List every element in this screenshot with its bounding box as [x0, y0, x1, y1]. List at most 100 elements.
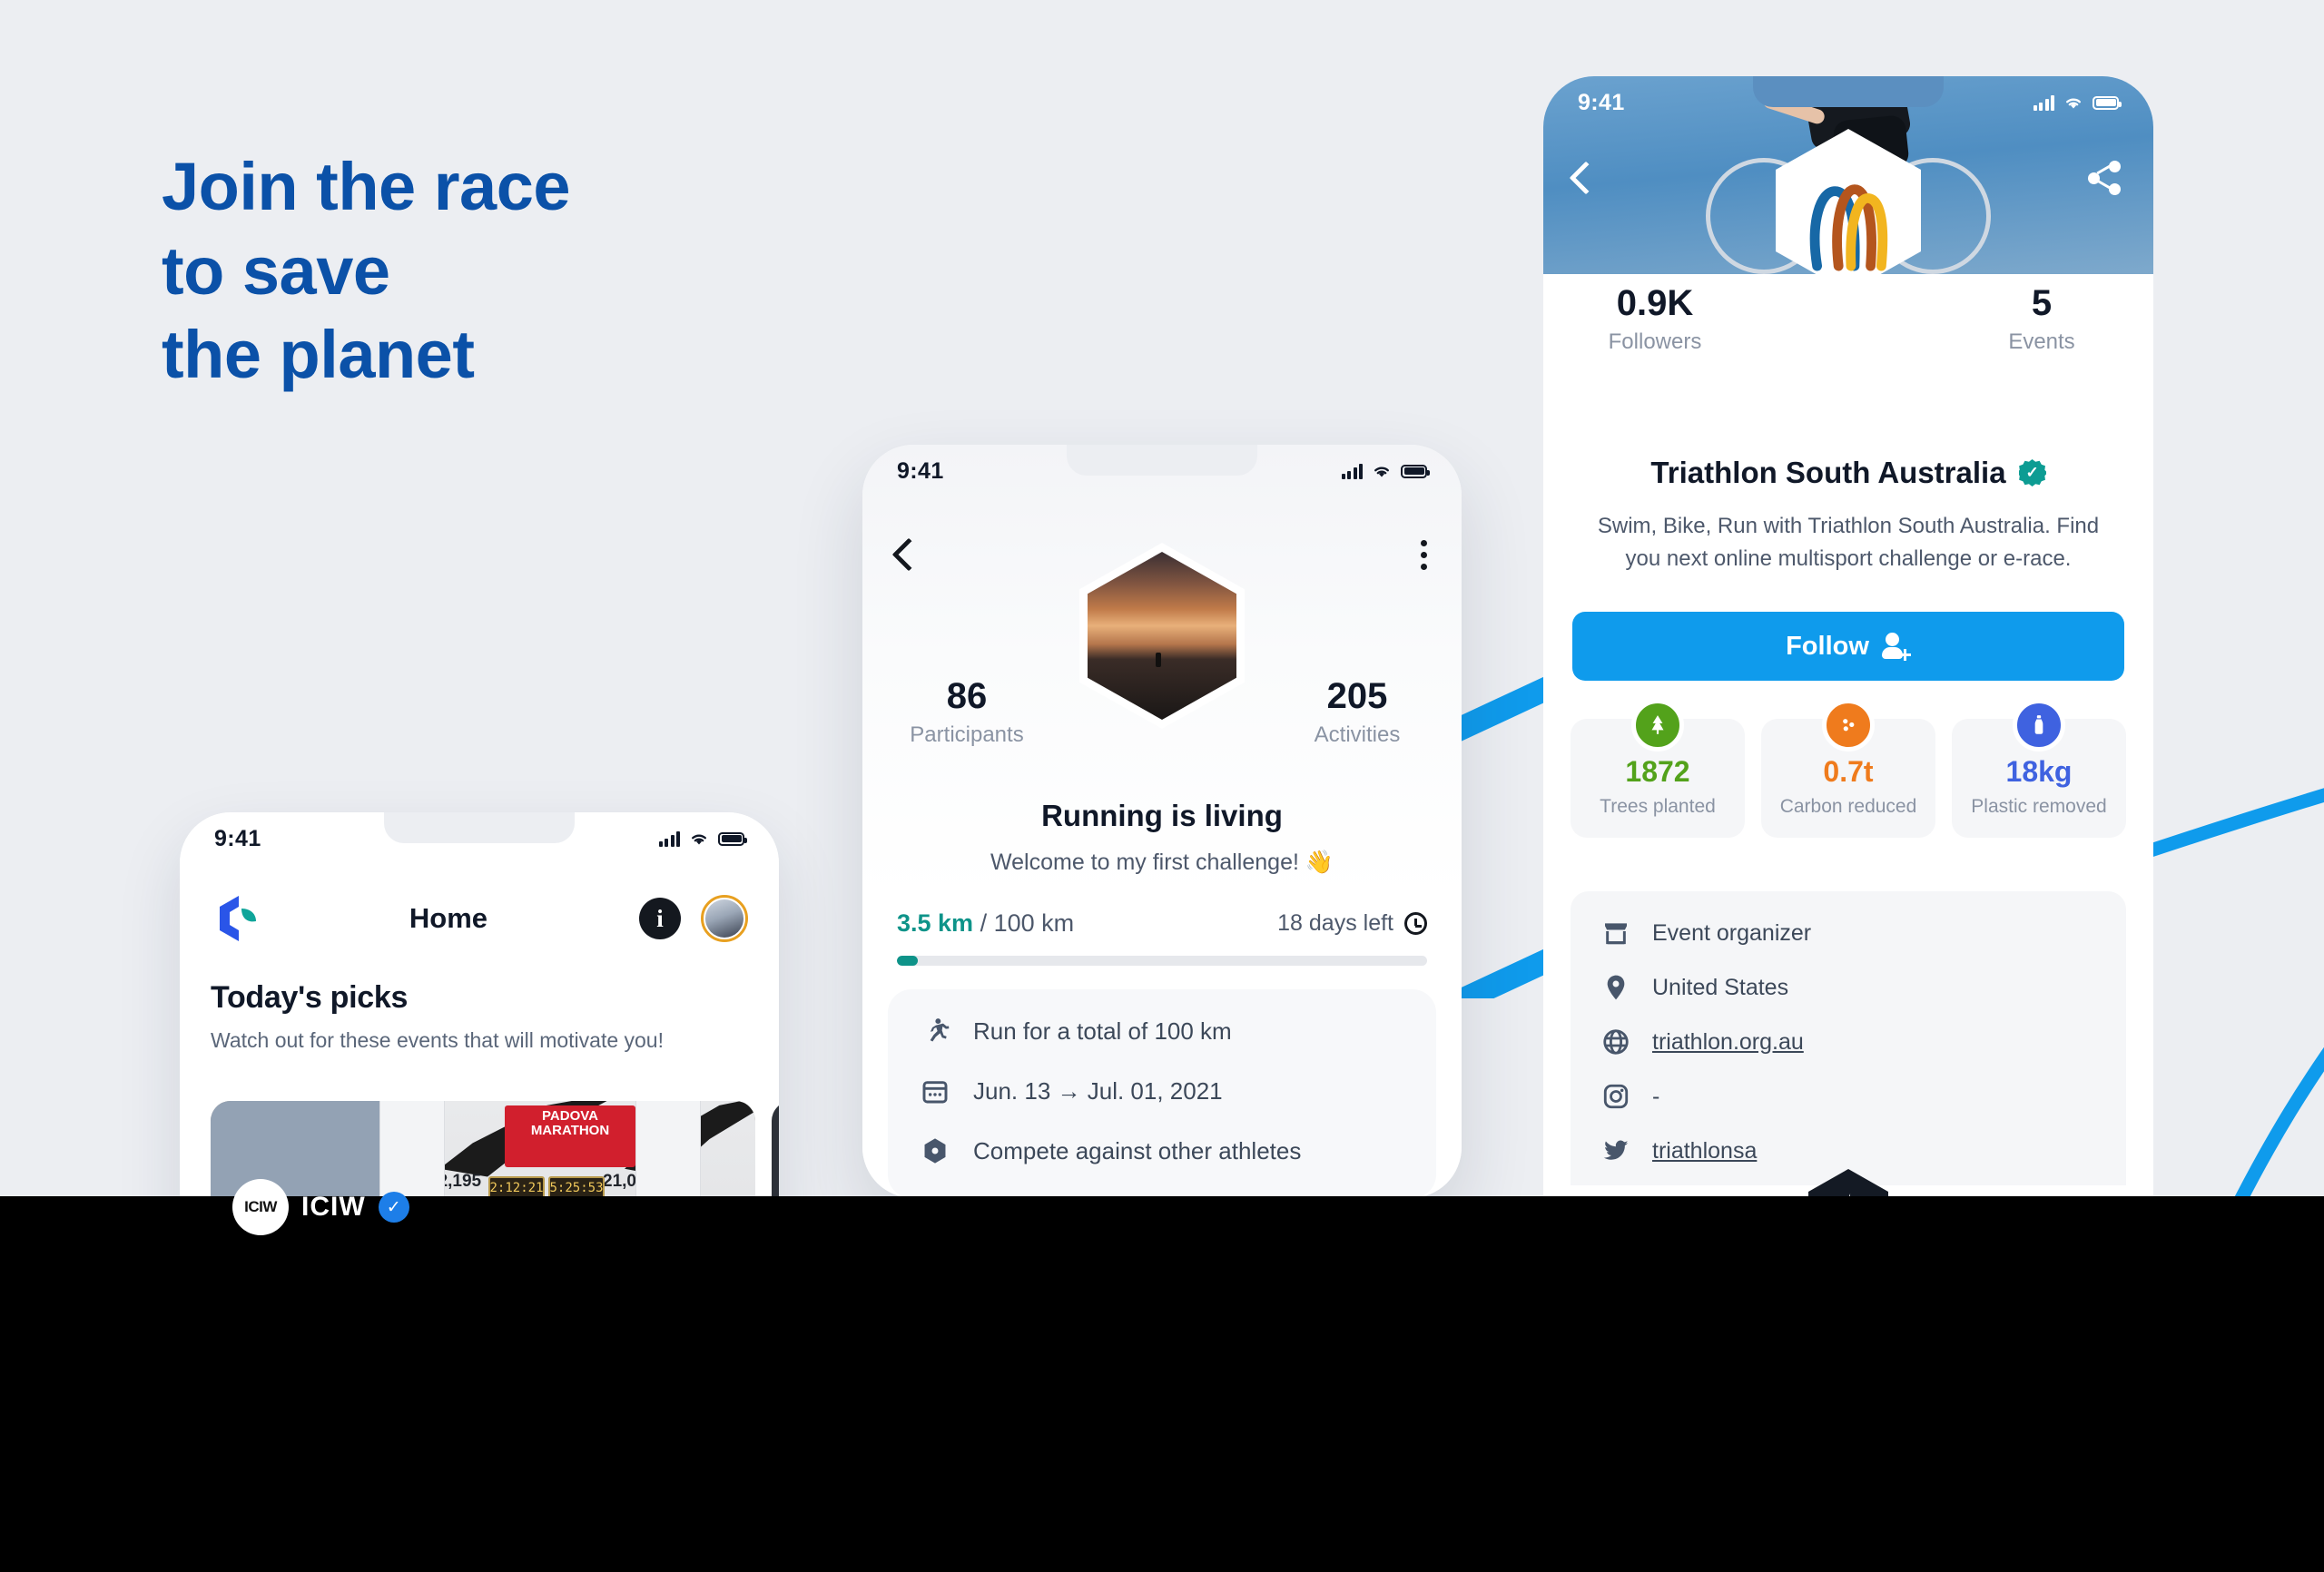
twitter-icon: [1603, 1140, 1629, 1160]
progress-distance: 3.5 km / 100 km: [897, 909, 1074, 938]
verified-badge-icon: ✓: [2018, 459, 2046, 486]
website-link[interactable]: triathlon.org.au: [1652, 1029, 1804, 1056]
todays-picks-section: Today's picks Watch out for these events…: [211, 980, 748, 1053]
stat-participants: 86 Participants: [862, 676, 1071, 748]
triathlon-sa-logo-icon: [1809, 184, 1888, 271]
eco-value: 0.7t: [1823, 755, 1874, 788]
eco-label: Plastic removed: [1971, 796, 2107, 817]
event-brand-badge: ICIW ICIW ✓: [232, 1179, 409, 1235]
detail-text: Compete against other athletes: [973, 1136, 1302, 1164]
eco-card-carbon: 0.7t Carbon reduced: [1761, 699, 1935, 838]
challenge-detail-list: Run for a total of 100 km Jun. 13 → Jul.…: [888, 989, 1436, 1198]
battery-icon: [718, 831, 747, 846]
page-title: Home: [409, 902, 488, 934]
add-user-icon: [1881, 633, 1911, 661]
organizer-bio: Swim, Bike, Run with Triathlon South Aus…: [1597, 514, 2100, 571]
stat-value: 5: [2031, 283, 2053, 323]
status-time: 9:41: [1578, 89, 1625, 115]
challenge-title: Running is living: [1041, 799, 1283, 832]
app-logo-icon: [211, 890, 267, 947]
calendar-icon: [922, 1081, 948, 1104]
organizer-info-list: Event organizer United States triathlon.…: [1571, 891, 2126, 1205]
verified-check-icon: ✓: [378, 1192, 409, 1223]
section-title: Today's picks: [211, 980, 409, 1015]
hero-heading-block: Join the race to save the planet: [162, 145, 979, 398]
organizer-name: Triathlon South Australia: [1650, 456, 2006, 489]
iciw-label: ICIW: [301, 1192, 366, 1222]
progress-current: 3.5 km: [897, 909, 974, 937]
wifi-icon: [2066, 98, 2081, 109]
battery-icon: [1401, 464, 1430, 478]
challenge-cover-hexagon: [1079, 543, 1245, 729]
info-row-instagram: -: [1601, 1082, 2095, 1111]
stat-events: 5 Events: [1930, 283, 2153, 355]
status-bar: 9:41: [1543, 76, 2153, 129]
days-left: 18 days left: [1277, 910, 1427, 937]
stat-activities: 205 Activities: [1253, 676, 1462, 748]
page-title: Join the race to save the planet: [162, 149, 571, 392]
follow-button-label: Follow: [1786, 631, 1869, 661]
status-bar: 9:41: [862, 445, 1462, 497]
black-footer-band: [0, 1196, 2324, 1572]
eco-value: 18kg: [2005, 755, 2073, 788]
status-bar: 9:41: [180, 812, 779, 865]
phone-challenge-screen: 9:41 86 Participants 205 Activities Runn…: [862, 445, 1462, 1198]
detail-text: Jun. 13 → Jul. 01, 2021: [973, 1076, 1223, 1105]
info-text: United States: [1652, 974, 1789, 1000]
stat-label: Participants: [910, 722, 1024, 747]
profile-stats: 0.9K Followers 5 Events: [1543, 283, 2153, 355]
home-app-bar: Home i: [180, 878, 779, 959]
iciw-logo-icon: ICIW: [232, 1179, 289, 1235]
detail-row: Jun. 13 → Jul. 01, 2021: [921, 1076, 1403, 1105]
challenge-progress: 3.5 km / 100 km 18 days left: [897, 909, 1427, 966]
carbon-icon: [1822, 699, 1875, 752]
organizer-logo-hexagon: [1776, 129, 1921, 292]
detail-row: Compete against other athletes: [921, 1136, 1403, 1165]
target-icon: [924, 1138, 946, 1164]
status-time: 9:41: [214, 825, 261, 851]
location-pin-icon: [1607, 975, 1625, 1000]
info-row-website[interactable]: triathlon.org.au: [1601, 1027, 2095, 1056]
progress-separator: /: [980, 909, 988, 937]
eco-card-trees: 1872 Trees planted: [1571, 699, 1745, 838]
detail-row: Run for a total of 100 km: [921, 1017, 1403, 1046]
progress-bar: [897, 956, 1427, 966]
eco-label: Trees planted: [1600, 796, 1716, 817]
stat-value: 205: [1326, 676, 1388, 716]
wifi-icon: [1374, 467, 1389, 477]
more-options-icon[interactable]: [1421, 539, 1427, 570]
twitter-link[interactable]: triathlonsa: [1652, 1138, 1757, 1164]
stat-value: 86: [946, 676, 988, 716]
eco-impact-cards: 1872 Trees planted 0.7t Carbon reduced 1…: [1571, 699, 2126, 838]
battery-icon: [2093, 95, 2122, 110]
store-icon: [1605, 923, 1627, 945]
tree-icon: [1631, 699, 1684, 752]
bottle-icon: [2013, 699, 2065, 752]
poster-canvas: Join the race to save the planet 9:41 Ho…: [0, 0, 2324, 1572]
info-button[interactable]: i: [639, 898, 681, 939]
stat-label: Followers: [1608, 329, 1702, 354]
stat-value: 0.9K: [1616, 283, 1694, 323]
back-icon[interactable]: [891, 537, 926, 572]
stat-label: Events: [2008, 329, 2075, 354]
cellular-signal-icon: [1341, 463, 1363, 479]
info-row-twitter[interactable]: triathlonsa: [1601, 1136, 2095, 1165]
progress-goal: 100 km: [993, 909, 1075, 937]
avatar[interactable]: [701, 895, 748, 942]
eco-label: Carbon reduced: [1779, 796, 1917, 817]
info-text: Event organizer: [1652, 919, 1812, 946]
phone-organizer-profile-screen: 9:41 0.9K Followers 5 Events Triathlon S…: [1543, 76, 2153, 1392]
globe-icon: [1603, 1029, 1629, 1055]
follow-button[interactable]: Follow: [1572, 612, 2124, 681]
organizer-name-row: Triathlon South Australia ✓: [1543, 456, 2153, 490]
share-icon[interactable]: [2088, 161, 2122, 195]
back-icon[interactable]: [1569, 161, 1603, 195]
info-row-organizer: Event organizer: [1601, 919, 2095, 948]
stat-label: Activities: [1314, 722, 1401, 747]
clock-icon: [1404, 912, 1427, 935]
eco-value: 1872: [1625, 755, 1690, 788]
cellular-signal-icon: [2033, 94, 2054, 111]
section-subtitle: Watch out for these events that will mot…: [211, 1028, 664, 1052]
detail-text: Run for a total of 100 km: [973, 1017, 1232, 1045]
cellular-signal-icon: [658, 830, 680, 847]
